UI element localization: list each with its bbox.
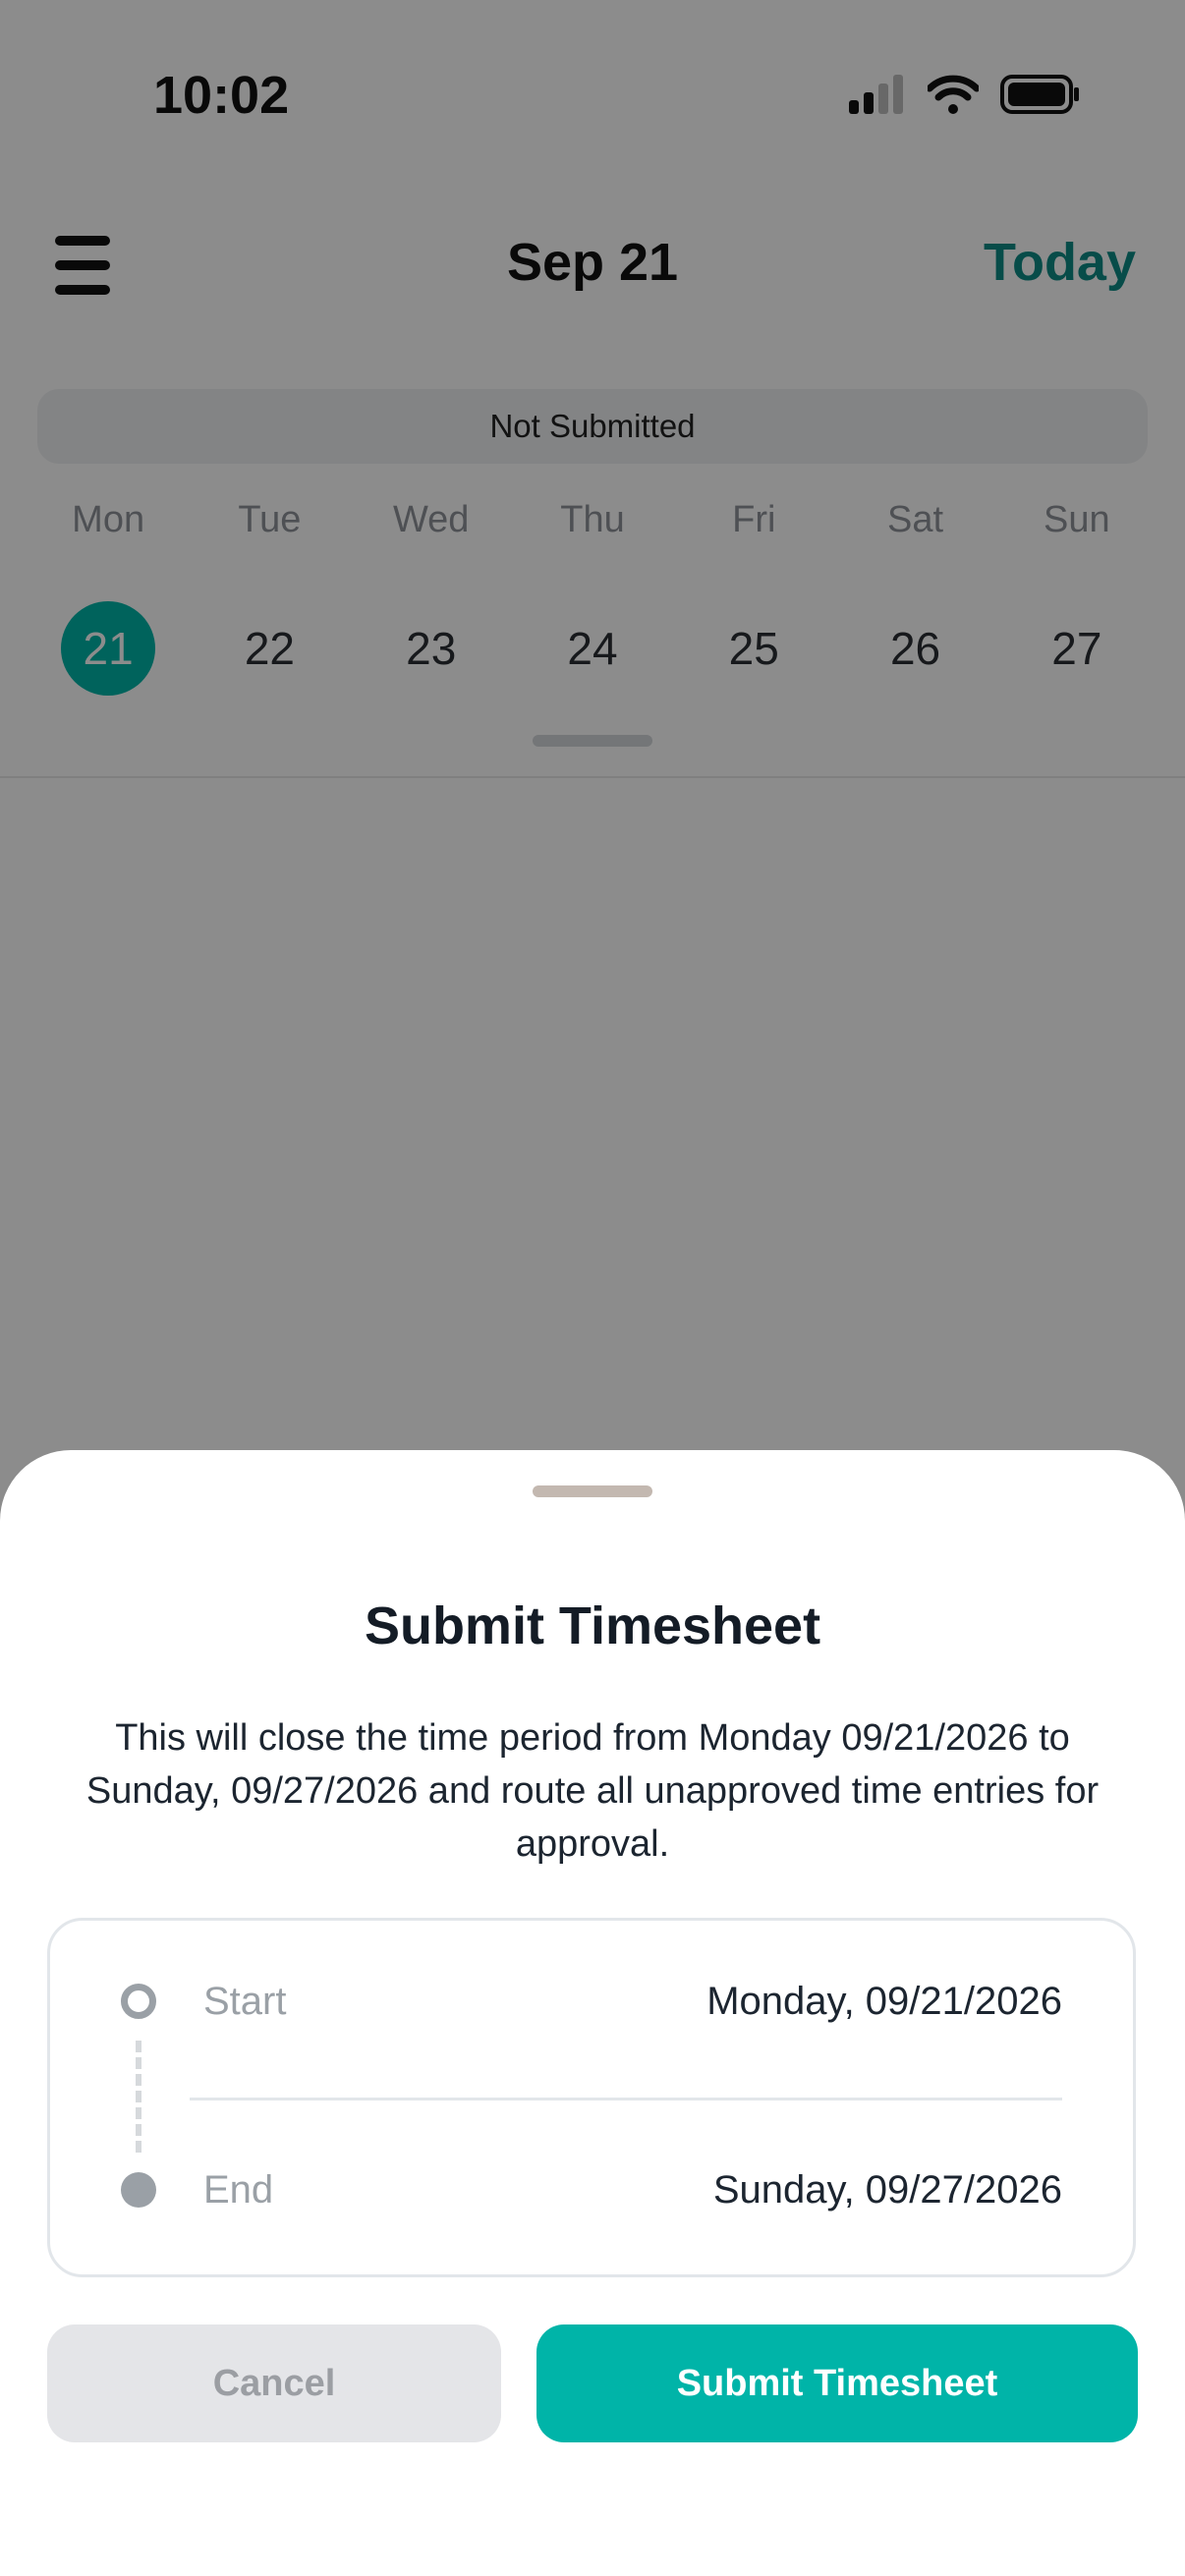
sheet-title: Submit Timesheet — [364, 1596, 821, 1655]
range-start-row: Start Monday, 09/21/2026 — [50, 1962, 1133, 2041]
range-connector-line — [136, 2041, 141, 2153]
sheet-drag-handle[interactable] — [533, 1485, 652, 1497]
end-label: End — [203, 2167, 274, 2212]
date-range-card: Start Monday, 09/21/2026 End Sunday, 09/… — [47, 1918, 1136, 2277]
timesheet-screen: 10:02 Sep 21 Today Not Submitted Mon Tue… — [0, 0, 1185, 2576]
range-divider — [190, 2098, 1062, 2100]
start-circle-icon — [121, 1984, 156, 2019]
cancel-button[interactable]: Cancel — [47, 2324, 501, 2442]
end-date-value: Sunday, 09/27/2026 — [712, 2167, 1062, 2212]
end-dot-icon — [121, 2172, 156, 2208]
submit-timesheet-button[interactable]: Submit Timesheet — [536, 2324, 1138, 2442]
start-date-value: Monday, 09/21/2026 — [706, 1979, 1062, 2023]
submit-timesheet-sheet: Submit Timesheet This will close the tim… — [0, 1450, 1185, 2576]
start-label: Start — [203, 1979, 287, 2023]
sheet-description: This will close the time period from Mon… — [85, 1717, 1100, 1865]
range-end-row: End Sunday, 09/27/2026 — [50, 2151, 1133, 2229]
